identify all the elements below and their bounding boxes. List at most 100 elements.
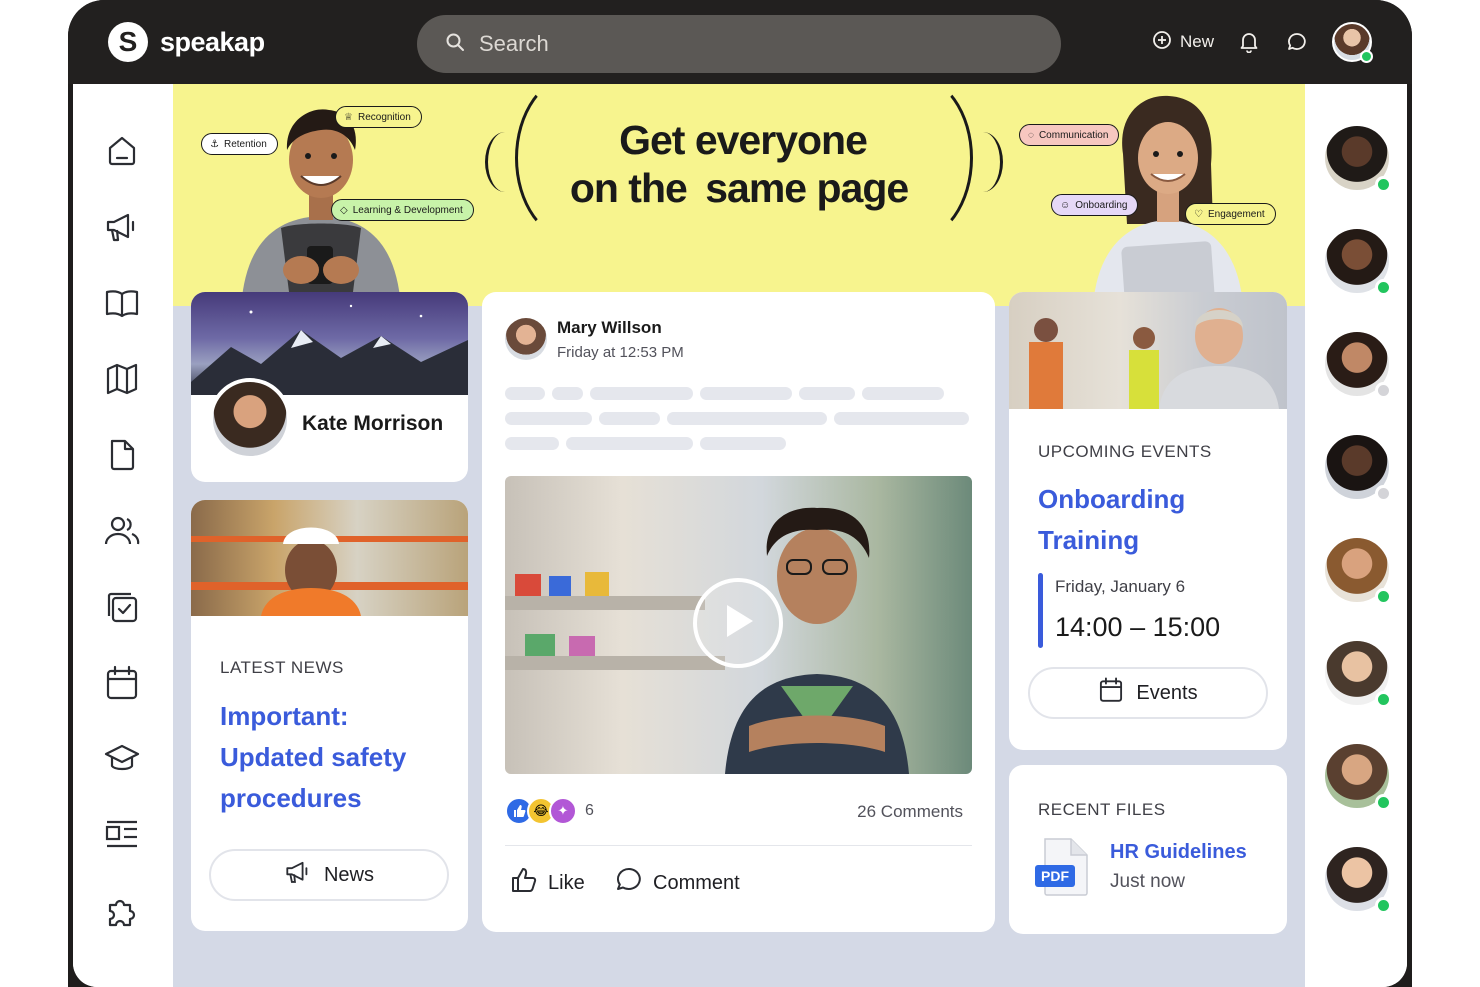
text-placeholder xyxy=(700,437,786,450)
user-avatar[interactable] xyxy=(1332,22,1373,63)
search-bar[interactable] xyxy=(417,15,1061,73)
profile-cover-image xyxy=(191,292,468,395)
comments-count-link[interactable]: 26 Comments xyxy=(857,802,963,822)
online-status-dot xyxy=(1375,279,1392,296)
reactions[interactable]: 😂 ✦ 6 xyxy=(505,797,594,825)
search-icon xyxy=(445,32,465,57)
nav-megaphone-icon[interactable] xyxy=(103,208,141,246)
news-title-link[interactable]: Important: Updated safety procedures xyxy=(220,696,406,819)
profile-avatar xyxy=(209,378,291,460)
divider xyxy=(505,845,972,846)
nav-file-icon[interactable] xyxy=(103,436,141,474)
events-button[interactable]: Events xyxy=(1028,667,1268,719)
main-content: ⚓ Retention ♕ Recognition ◇ Learning & D… xyxy=(173,84,1305,987)
file-time: Just now xyxy=(1110,871,1185,892)
events-eyebrow: UPCOMING EVENTS xyxy=(1038,442,1212,461)
nav-calendar-icon[interactable] xyxy=(103,664,141,702)
post-author-avatar[interactable] xyxy=(505,318,547,360)
rail-avatar[interactable] xyxy=(1325,126,1392,193)
rail-avatar[interactable] xyxy=(1325,847,1392,914)
offline-status-dot xyxy=(1375,382,1392,399)
headline-highlight: same page xyxy=(697,164,916,212)
events-card: UPCOMING EVENTS Onboarding Training Frid… xyxy=(1009,292,1287,750)
news-title-line: Important: xyxy=(220,701,349,731)
people-rail xyxy=(1305,84,1407,987)
tag-onboarding-label: Onboarding xyxy=(1075,199,1128,211)
event-title-link[interactable]: Onboarding Training xyxy=(1038,479,1185,561)
award-icon: ♕ xyxy=(344,111,353,123)
chat-icon[interactable] xyxy=(1284,29,1310,55)
text-placeholder xyxy=(505,412,592,425)
nav-map-icon[interactable] xyxy=(103,360,141,398)
play-button[interactable] xyxy=(693,578,783,668)
nav-layout-list-icon[interactable] xyxy=(103,816,141,854)
new-button-label: New xyxy=(1179,32,1214,51)
text-placeholder xyxy=(700,387,792,400)
file-name-link[interactable]: HR Guidelines xyxy=(1110,841,1247,864)
nav-book-icon[interactable] xyxy=(103,284,141,322)
post-author-name[interactable]: Mary Willson xyxy=(557,318,662,338)
text-placeholder xyxy=(862,387,944,400)
tag-recognition: ♕ Recognition xyxy=(335,106,422,128)
speakap-logo[interactable]: S speakap xyxy=(108,22,265,62)
rail-avatar[interactable] xyxy=(1325,229,1392,296)
event-time: 14:00 – 15:00 xyxy=(1055,612,1221,642)
rail-avatar[interactable] xyxy=(1325,744,1392,811)
post-card: Mary Willson Friday at 12:53 PM 😂 ✦ 6 26… xyxy=(482,292,995,932)
tag-communication: ◌ Communication xyxy=(1019,124,1120,146)
event-accent-bar xyxy=(1038,573,1043,648)
text-placeholder xyxy=(667,412,827,425)
nav-graduation-cap-icon[interactable] xyxy=(103,740,141,778)
rail-avatar[interactable] xyxy=(1325,435,1392,502)
online-status-dot xyxy=(1375,794,1392,811)
hero-banner: ⚓ Retention ♕ Recognition ◇ Learning & D… xyxy=(173,84,1305,306)
tag-recognition-label: Recognition xyxy=(357,111,411,123)
chat-icon: ◌ xyxy=(1028,129,1034,141)
tag-retention: ⚓ Retention xyxy=(201,133,278,155)
thumbs-up-icon xyxy=(510,866,538,900)
nav-home-icon[interactable] xyxy=(103,132,141,170)
top-actions: New xyxy=(1152,22,1373,63)
text-placeholder xyxy=(799,387,855,400)
event-date: Friday, January 6 xyxy=(1055,577,1186,596)
online-status-dot xyxy=(1360,50,1373,63)
text-placeholder xyxy=(834,412,969,425)
like-button[interactable]: Like xyxy=(510,866,585,900)
tag-engagement-label: Engagement xyxy=(1207,208,1265,220)
profile-name: Kate Morrison xyxy=(302,412,444,435)
nav-tasks-icon[interactable] xyxy=(103,588,141,626)
anchor-icon: ⚓ xyxy=(210,138,219,150)
search-input[interactable] xyxy=(479,31,1019,57)
rail-avatar[interactable] xyxy=(1325,538,1392,605)
rail-avatar[interactable] xyxy=(1325,641,1392,708)
files-eyebrow: RECENT FILES xyxy=(1038,800,1166,819)
text-placeholder xyxy=(599,412,660,425)
tag-retention-label: Retention xyxy=(223,138,267,150)
profile-card[interactable]: Kate Morrison xyxy=(191,292,468,482)
rail-avatar[interactable] xyxy=(1325,332,1392,399)
nav-users-icon[interactable] xyxy=(103,512,141,550)
offline-status-dot xyxy=(1375,485,1392,502)
new-button[interactable]: New xyxy=(1152,30,1214,55)
megaphone-icon xyxy=(284,859,312,891)
headline-line-1: Get everyone xyxy=(619,117,868,163)
tag-learning: ◇ Learning & Development xyxy=(331,199,474,221)
like-label: Like xyxy=(548,871,585,894)
event-title-line: Onboarding xyxy=(1038,484,1186,514)
heart-icon: ♡ xyxy=(1194,208,1203,220)
nav-puzzle-icon[interactable] xyxy=(103,892,141,930)
news-button[interactable]: News xyxy=(209,849,449,901)
comment-icon xyxy=(615,866,643,900)
news-button-label: News xyxy=(323,863,374,886)
users-icon: ☺ xyxy=(1060,199,1071,211)
text-placeholder xyxy=(505,387,545,400)
events-button-label: Events xyxy=(1136,681,1198,704)
top-bar: S speakap New xyxy=(68,0,1412,84)
text-placeholder xyxy=(552,387,583,400)
comment-button[interactable]: Comment xyxy=(615,866,740,900)
decorative-paren xyxy=(963,132,1003,192)
bell-icon[interactable] xyxy=(1236,29,1262,55)
graduation-cap-icon: ◇ xyxy=(340,204,348,216)
pdf-file-icon[interactable]: PDF xyxy=(1035,837,1091,897)
play-icon xyxy=(721,602,755,645)
